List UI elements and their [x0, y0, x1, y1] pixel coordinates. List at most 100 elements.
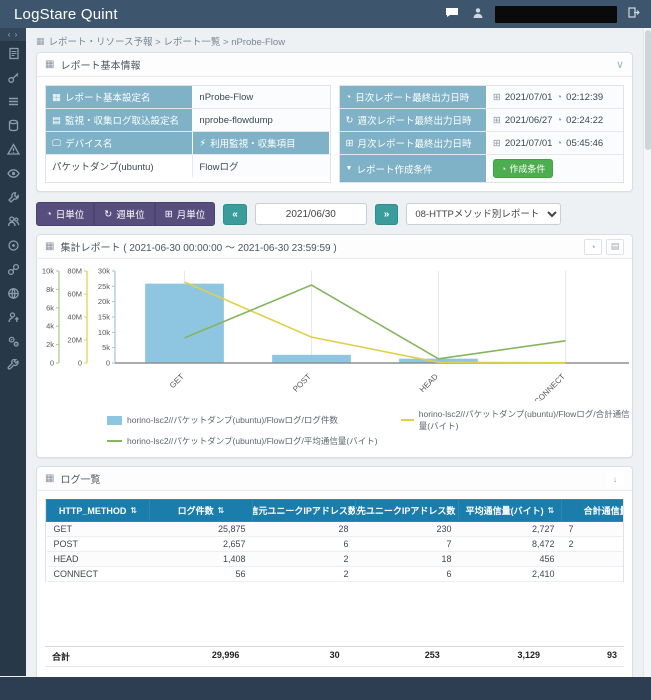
breadcrumb[interactable]: ▦ レポート・リソース予報 > レポート一覧 > nProbe-Flow — [26, 28, 643, 52]
table-cell: 7 — [562, 522, 625, 537]
unit-button-group: ◔日単位 ↻週単位 ⊞月単位 — [36, 202, 215, 226]
table-cell: CONNECT — [47, 567, 150, 582]
column-header[interactable]: HTTP_METHOD⇅ — [47, 500, 150, 522]
column-header[interactable]: 平均通信量(バイト)⇅ — [459, 500, 562, 522]
column-header[interactable]: ログ件数⇅ — [150, 500, 253, 522]
total-avg-bytes: 3,129 — [447, 647, 547, 666]
scrollbar[interactable] — [643, 28, 651, 677]
daily-output-value: ⊞2021/07/01◔02:12:39 — [487, 86, 623, 108]
table-cell — [562, 567, 625, 582]
filter-icon: ▼ — [346, 165, 353, 172]
database-icon — [7, 119, 20, 132]
sidebar-item-user-upload[interactable] — [0, 305, 26, 329]
table-cell: 6 — [253, 537, 356, 552]
column-header[interactable]: 送信元ユニークIPアドレス数⇅ — [253, 500, 356, 522]
svg-text:5k: 5k — [102, 343, 110, 352]
sidebar-item-report[interactable] — [0, 41, 26, 65]
table-cell: 2,657 — [150, 537, 253, 552]
sidebar-item-spanner[interactable] — [0, 353, 26, 377]
image-icon: ▦ — [52, 92, 61, 103]
table-row[interactable]: HEAD1,408218456 — [47, 552, 625, 567]
sidebar-item-target[interactable] — [0, 233, 26, 257]
svg-text:0: 0 — [106, 359, 110, 368]
table-row[interactable]: GET25,875282302,7277 — [47, 522, 625, 537]
prev-date-button[interactable]: « — [223, 204, 247, 225]
legend-log-count[interactable]: horino-lsc2//パケットダンプ(ubuntu)/Flowログ/ログ件数 — [107, 408, 401, 432]
logout-icon[interactable] — [625, 7, 643, 21]
sort-icon[interactable]: ⇅ — [130, 506, 137, 515]
log-list-header: ▦ ログ一覧 ↓ — [37, 467, 632, 491]
log-config-label: ▤監視・収集ログ取込設定名 — [46, 109, 193, 131]
sort-icon[interactable]: ⇅ — [548, 506, 555, 515]
daily-unit-button[interactable]: ◔日単位 — [36, 202, 94, 226]
sidebar-item-gears[interactable] — [0, 329, 26, 353]
breadcrumb-icon: ▦ — [36, 36, 45, 47]
sidebar-item-users[interactable] — [0, 209, 26, 233]
list-icon — [7, 95, 20, 108]
svg-text:POST: POST — [291, 372, 313, 394]
monthly-unit-button[interactable]: ⊞月単位 — [155, 202, 215, 226]
next-date-button[interactable]: » — [375, 204, 399, 225]
green-line-swatch — [107, 440, 122, 442]
download-icon[interactable]: ↓ — [606, 471, 624, 487]
table-cell: GET — [47, 522, 150, 537]
sidebar-item-globe[interactable] — [0, 281, 26, 305]
chart-export-button[interactable]: ▤ — [606, 239, 624, 255]
sidebar: ‹ › — [0, 28, 26, 676]
report-info-left-table: ▦レポート基本設定名 nProbe-Flow ▤監視・収集ログ取込設定名 npr… — [45, 85, 331, 183]
log-list-title: ログ一覧 — [60, 471, 100, 486]
table-cell: 2,410 — [459, 567, 562, 582]
sidebar-item-list[interactable] — [0, 89, 26, 113]
collapse-chevron-icon[interactable]: ∨ — [616, 58, 624, 71]
date-input[interactable] — [255, 203, 367, 225]
column-header[interactable]: 合計通信量(バイト)⇅ — [562, 500, 625, 522]
legend-avg-bytes[interactable]: horino-lsc2//パケットダンプ(ubuntu)/Flowログ/平均通信… — [107, 435, 401, 447]
eye-icon — [7, 167, 20, 180]
table-row[interactable]: POST2,657678,4722 — [47, 537, 625, 552]
report-type-select[interactable]: 08-HTTPメソッド別レポート — [406, 203, 561, 225]
table-cell — [562, 552, 625, 567]
log-config-value: nprobe-flowdump — [193, 109, 329, 131]
total-label: 合計 — [45, 647, 146, 666]
user-icon[interactable] — [469, 7, 487, 22]
legend-total-bytes[interactable]: horino-lsc2//パケットダンプ(ubuntu)/Flowログ/合計通信… — [401, 408, 632, 432]
report-controls: ◔日単位 ↻週単位 ⊞月単位 « » 08-HTTPメソッド別レポート — [26, 200, 643, 234]
pagination: « 前へ 1 次へ » — [37, 667, 632, 677]
calendar-icon: ⊞ — [493, 138, 501, 149]
column-header[interactable]: 宛先ユニークIPアドレス数⇅ — [356, 500, 459, 522]
svg-text:30k: 30k — [98, 267, 110, 276]
svg-text:25k: 25k — [98, 282, 110, 291]
link-icon — [7, 263, 20, 276]
redacted-username — [495, 6, 617, 23]
sidebar-collapse-icon[interactable]: ‹ › — [0, 28, 26, 41]
clock-icon: ◔ — [556, 138, 562, 149]
table-cell: 56 — [150, 567, 253, 582]
table-cell: 2,727 — [459, 522, 562, 537]
condition-cell: ◔作成条件 — [487, 155, 623, 182]
condition-button[interactable]: ◔作成条件 — [493, 159, 553, 178]
sidebar-item-key[interactable] — [0, 65, 26, 89]
device-name-value: パケットダンプ(ubuntu) — [46, 155, 193, 177]
sidebar-item-link[interactable] — [0, 257, 26, 281]
alert-icon — [7, 143, 20, 156]
svg-text:40M: 40M — [67, 313, 82, 322]
weekly-output-label: ↻週次レポート最終出力日時 — [340, 109, 487, 131]
log-table: HTTP_METHOD⇅ログ件数⇅送信元ユニークIPアドレス数⇅宛先ユニークIP… — [46, 499, 624, 582]
clock-icon: ◔ — [556, 92, 562, 103]
spanner-icon — [7, 359, 20, 372]
log-list-panel: ▦ ログ一覧 ↓ HTTP_METHOD⇅ログ件数⇅送信元ユニークIPアドレス数… — [36, 466, 633, 677]
chart-clock-button[interactable]: ◔ — [584, 239, 602, 255]
scrollbar-thumb[interactable] — [645, 30, 651, 150]
sidebar-item-wrench[interactable] — [0, 185, 26, 209]
footer-bar — [0, 677, 651, 700]
sort-icon[interactable]: ⇅ — [218, 506, 225, 515]
daily-output-label: ◔日次レポート最終出力日時 — [340, 86, 487, 108]
weekly-unit-button[interactable]: ↻週単位 — [94, 202, 154, 226]
user-upload-icon — [7, 311, 20, 324]
report-info-header: ▦ レポート基本情報 ∨ — [37, 53, 632, 77]
sidebar-item-alert[interactable] — [0, 137, 26, 161]
sidebar-item-eye[interactable] — [0, 161, 26, 185]
table-row[interactable]: CONNECT56262,410 — [47, 567, 625, 582]
sidebar-item-database[interactable] — [0, 113, 26, 137]
chat-icon[interactable] — [443, 7, 461, 21]
